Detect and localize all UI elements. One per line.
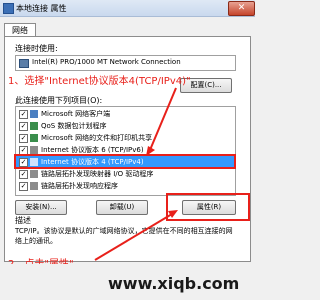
annotation-arrows: [94, 87, 178, 261]
arrow-head: [168, 210, 178, 218]
watermark: www.xiqb.com: [108, 274, 240, 293]
arrow-line: [149, 87, 177, 151]
arrow-line: [94, 213, 173, 261]
arrow-head: [146, 146, 155, 156]
